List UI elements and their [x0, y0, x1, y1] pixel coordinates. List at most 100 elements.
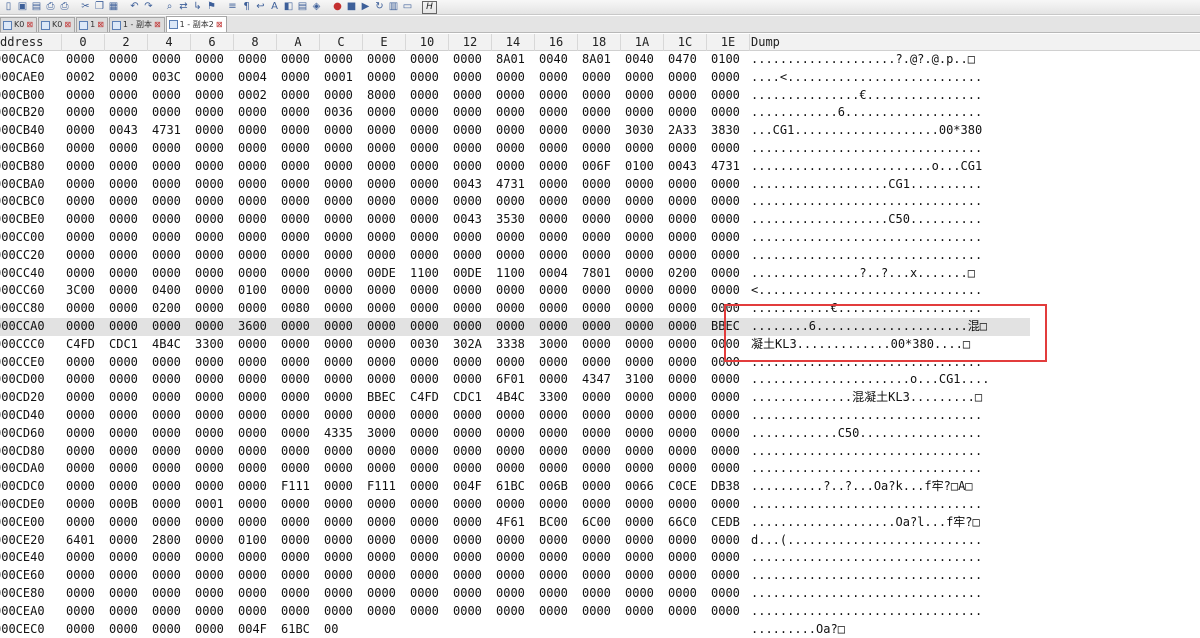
hex-word[interactable]: 0000	[711, 496, 747, 514]
hex-word[interactable]: 0000	[496, 354, 532, 372]
row-dump[interactable]: ................................	[751, 567, 1036, 585]
header-column-4[interactable]: 4	[148, 34, 191, 51]
hex-word[interactable]: 0000	[625, 176, 661, 194]
hex-word[interactable]: 0000	[496, 496, 532, 514]
hex-word[interactable]: 0000	[410, 496, 446, 514]
hex-word[interactable]: 0000	[109, 460, 145, 478]
row-dump[interactable]: .........Oa?□	[751, 621, 1036, 638]
hex-word[interactable]: BBEC	[367, 389, 403, 407]
hex-word[interactable]: 0000	[668, 585, 704, 603]
hex-word[interactable]: 0066	[625, 478, 661, 496]
hex-word[interactable]: 0000	[109, 193, 145, 211]
hex-word[interactable]: 0000	[152, 425, 188, 443]
goto-icon[interactable]: ↳	[191, 1, 204, 13]
hex-word[interactable]: 0000	[238, 140, 274, 158]
hex-word[interactable]: 0000	[281, 567, 317, 585]
hex-word[interactable]: 0000	[625, 389, 661, 407]
hex-word[interactable]: 0000	[195, 567, 231, 585]
hex-word[interactable]: 0000	[195, 514, 231, 532]
hex-word[interactable]: 0000	[238, 478, 274, 496]
hex-word[interactable]: 0000	[582, 336, 618, 354]
hex-word[interactable]: 0000	[324, 318, 360, 336]
hex-word[interactable]: 0000	[496, 193, 532, 211]
hex-word[interactable]: 0000	[539, 354, 575, 372]
hex-word[interactable]: 0000	[496, 407, 532, 425]
hex-word[interactable]: 0000	[625, 443, 661, 461]
hex-word[interactable]: 0000	[195, 371, 231, 389]
hex-row[interactable]: 000CDE00000000B0000000100000000000000000…	[0, 496, 1200, 514]
hex-word[interactable]: 0000	[668, 229, 704, 247]
hex-word[interactable]: 0000	[453, 585, 489, 603]
hex-word[interactable]: CEDB	[711, 514, 747, 532]
hex-word[interactable]: 0000	[195, 229, 231, 247]
hex-word[interactable]: 0000	[66, 87, 102, 105]
hex-word[interactable]: 0000	[152, 496, 188, 514]
hex-word[interactable]: 0000	[152, 407, 188, 425]
hex-word[interactable]: 0000	[668, 69, 704, 87]
hex-word[interactable]: 3000	[367, 425, 403, 443]
hex-word[interactable]: 0000	[281, 51, 317, 69]
hex-word[interactable]: 0000	[496, 585, 532, 603]
hex-word[interactable]: 0000	[453, 425, 489, 443]
hex-word[interactable]: 0000	[152, 247, 188, 265]
hex-word[interactable]: 0000	[625, 265, 661, 283]
hex-word[interactable]: 0000	[66, 300, 102, 318]
hex-word[interactable]: 0000	[66, 247, 102, 265]
hex-word[interactable]: 0000	[496, 300, 532, 318]
hex-word[interactable]: 0000	[625, 532, 661, 550]
hex-word[interactable]: 0000	[539, 443, 575, 461]
hex-word[interactable]: 0000	[582, 176, 618, 194]
hex-word[interactable]: 0000	[195, 621, 231, 638]
hex-word[interactable]: 0000	[238, 51, 274, 69]
row-dump[interactable]: 凝土KL3.............00*380....□	[751, 336, 1036, 354]
row-dump[interactable]: ................................	[751, 247, 1036, 265]
hex-word[interactable]: 0000	[152, 603, 188, 621]
hex-word[interactable]: 0001	[195, 496, 231, 514]
hex-word[interactable]: 0000	[109, 567, 145, 585]
hex-word[interactable]: 0000	[324, 176, 360, 194]
hex-word[interactable]: 0000	[238, 104, 274, 122]
hex-word[interactable]: 0002	[66, 69, 102, 87]
hex-word[interactable]: 0000	[152, 443, 188, 461]
hex-word[interactable]: 0000	[496, 87, 532, 105]
hex-word[interactable]: 0000	[410, 229, 446, 247]
header-column-18[interactable]: 18	[578, 34, 621, 51]
hex-word[interactable]: 0000	[281, 603, 317, 621]
hex-word[interactable]: 0000	[539, 407, 575, 425]
hex-row[interactable]: 000CE60000000000000000000000000000000000…	[0, 567, 1200, 585]
hex-word[interactable]: 0000	[453, 460, 489, 478]
hex-word[interactable]: 0000	[281, 247, 317, 265]
hex-word[interactable]: 0000	[625, 425, 661, 443]
hex-word[interactable]: 0000	[195, 282, 231, 300]
hex-row[interactable]: 000CAE000020000003C000000040000000100000…	[0, 69, 1200, 87]
row-dump[interactable]: ...........€....................	[751, 300, 1036, 318]
hex-word[interactable]: 0000	[281, 407, 317, 425]
hex-word[interactable]: 0000	[453, 229, 489, 247]
hex-word[interactable]: 0000	[281, 104, 317, 122]
hex-word[interactable]: 0000	[668, 282, 704, 300]
hex-word[interactable]: 0036	[324, 104, 360, 122]
hex-word[interactable]: 0000	[324, 265, 360, 283]
hex-word[interactable]: 0043	[668, 158, 704, 176]
hex-word[interactable]: 0000	[281, 265, 317, 283]
hex-word[interactable]: 0000	[152, 104, 188, 122]
hex-word[interactable]: 0000	[66, 229, 102, 247]
hex-word[interactable]: 0000	[582, 211, 618, 229]
hex-word[interactable]: 0000	[238, 211, 274, 229]
hex-word[interactable]: 0000	[582, 407, 618, 425]
hex-word[interactable]: 0000	[195, 549, 231, 567]
hex-row[interactable]: 000CD40000000000000000000000000000000000…	[0, 407, 1200, 425]
row-dump[interactable]: ..........?..?...Oa?k...f牢?□A□	[751, 478, 1036, 496]
hex-word[interactable]: 0000	[625, 549, 661, 567]
hex-word[interactable]: 0002	[238, 87, 274, 105]
hex-row[interactable]: 000CEA0000000000000000000000000000000000…	[0, 603, 1200, 621]
hex-word[interactable]: 0000	[711, 282, 747, 300]
hex-word[interactable]: 0000	[539, 371, 575, 389]
hex-word[interactable]: 0000	[539, 69, 575, 87]
hex-word[interactable]: C4FD	[66, 336, 102, 354]
hex-word[interactable]: 0040	[625, 51, 661, 69]
hex-word[interactable]: 0000	[582, 122, 618, 140]
hex-word[interactable]: 0000	[152, 585, 188, 603]
hex-word[interactable]: 0000	[453, 193, 489, 211]
row-dump[interactable]: ....................?.@?.@.p..□	[751, 51, 1036, 69]
